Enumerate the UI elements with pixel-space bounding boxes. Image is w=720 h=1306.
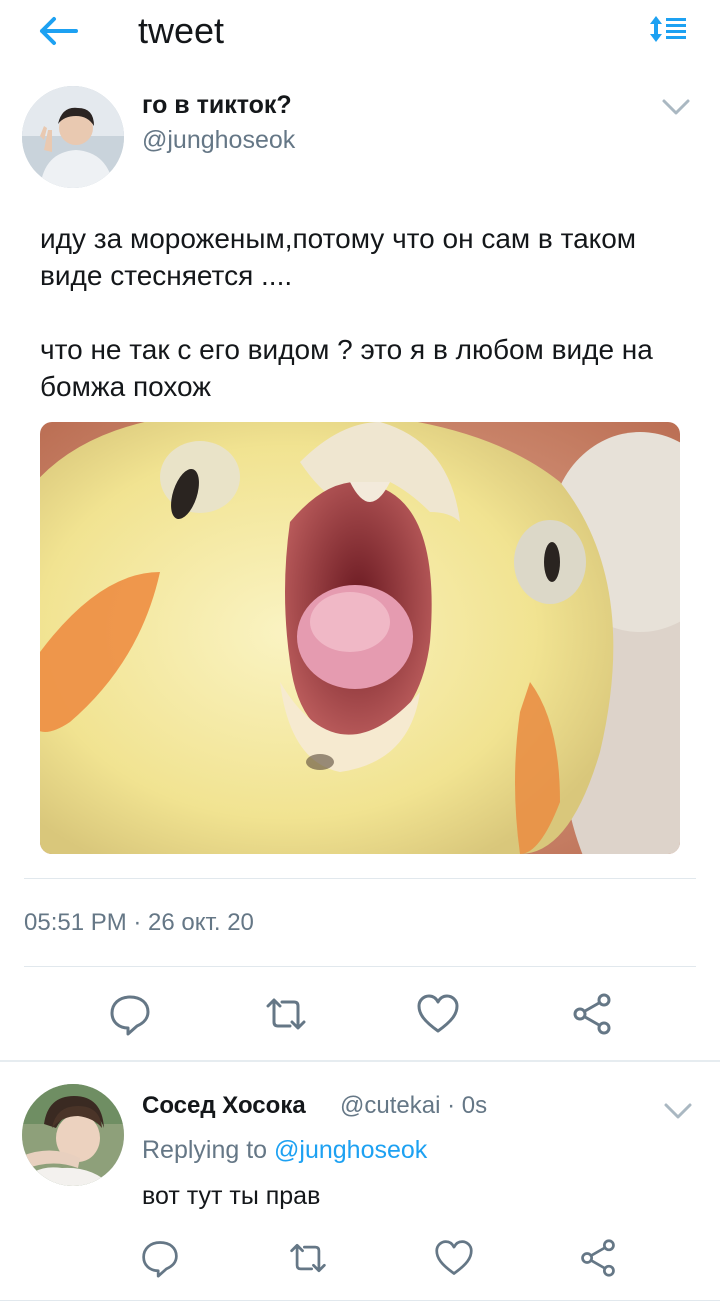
divider xyxy=(24,966,696,967)
reply-tweet[interactable]: Сосед Хосока @cutekai · 0s Replying to @… xyxy=(0,1064,720,1306)
divider xyxy=(0,1060,720,1062)
chevron-down-icon xyxy=(664,1103,692,1119)
divider xyxy=(24,878,696,879)
reply-button[interactable] xyxy=(106,990,154,1038)
avatar[interactable] xyxy=(22,86,124,188)
heart-icon xyxy=(435,1240,473,1275)
like-button[interactable] xyxy=(414,990,462,1038)
tweet-text: иду за мороженым,потому что он сам в так… xyxy=(40,220,680,405)
author-handle[interactable]: @junghoseok xyxy=(142,126,295,155)
speech-bubble-icon xyxy=(142,1241,178,1278)
top-bar: tweet xyxy=(0,0,720,64)
reply-text: вот тут ты прав xyxy=(142,1182,321,1210)
divider xyxy=(0,1300,720,1301)
speech-bubble-icon xyxy=(110,995,150,1036)
share-icon xyxy=(581,1239,615,1277)
reply-retweet-button[interactable] xyxy=(284,1234,332,1282)
author-name[interactable]: го в тикток? xyxy=(142,91,292,120)
replying-to-line: Replying to @junghoseok xyxy=(142,1136,427,1165)
heart-icon xyxy=(417,994,459,1033)
back-button[interactable] xyxy=(36,14,80,48)
screaming-cockatiel-photo xyxy=(40,422,680,854)
reply-share-button[interactable] xyxy=(574,1234,622,1282)
share-button[interactable] xyxy=(568,990,616,1038)
page-title: tweet xyxy=(138,10,225,51)
tweet-text-paragraph: иду за мороженым,потому что он сам в так… xyxy=(40,223,637,291)
retweet-icon xyxy=(290,1243,326,1273)
share-icon xyxy=(573,993,611,1035)
retweet-button[interactable] xyxy=(262,990,310,1038)
reply-author-name[interactable]: Сосед Хосока xyxy=(142,1092,306,1120)
chevron-down-icon xyxy=(662,99,690,115)
retweet-icon xyxy=(266,998,306,1030)
tweet-text-paragraph: что не так с его видом ? это я в любом в… xyxy=(40,334,653,402)
tweet-menu-button[interactable] xyxy=(660,96,692,118)
reply-like-button[interactable] xyxy=(430,1234,478,1282)
replying-to-label: Replying to xyxy=(142,1136,268,1164)
avatar[interactable] xyxy=(22,1084,124,1186)
arrow-left-icon xyxy=(40,17,78,45)
tweet-media-photo[interactable] xyxy=(40,422,680,854)
replying-to-mention[interactable]: @junghoseok xyxy=(274,1136,427,1164)
tweet-timestamp: 05:51 PM · 26 окт. 20 xyxy=(24,909,254,936)
sort-arrows-icon xyxy=(650,16,686,42)
reply-author-handle[interactable]: @cutekai · 0s xyxy=(340,1092,487,1120)
reply-reply-button[interactable] xyxy=(136,1234,184,1282)
sort-button[interactable] xyxy=(646,12,690,46)
reply-menu-button[interactable] xyxy=(662,1100,694,1122)
